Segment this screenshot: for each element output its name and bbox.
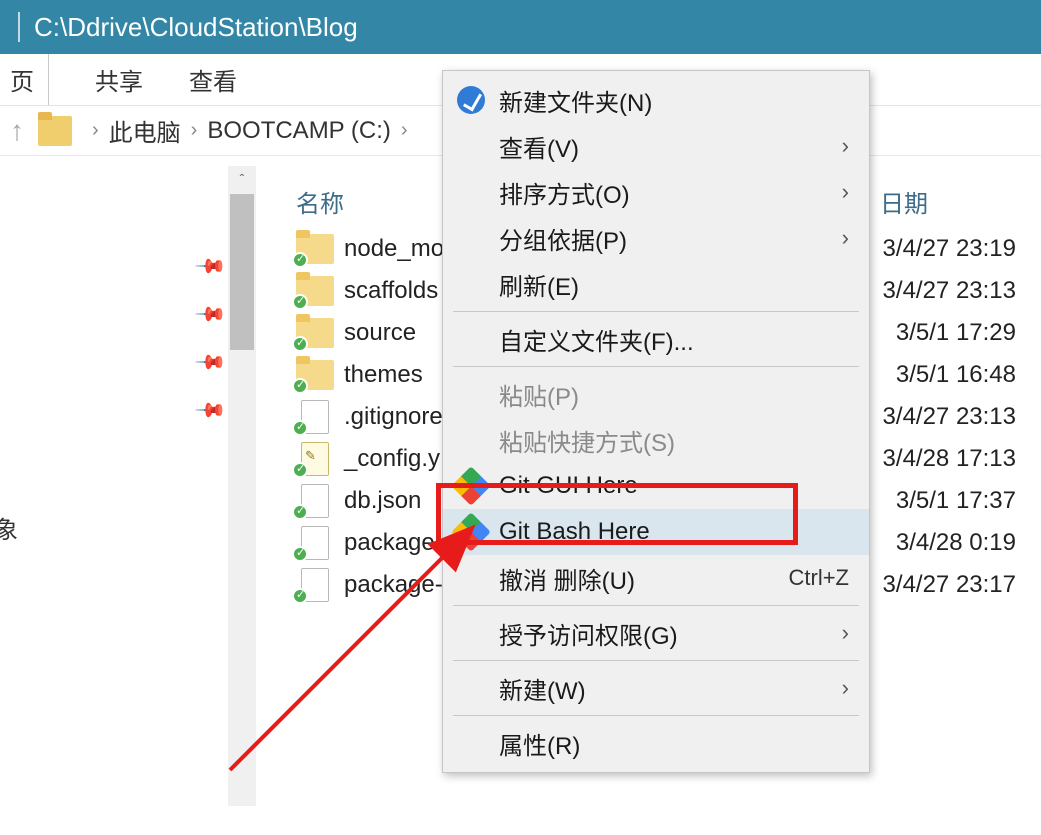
- column-name-header[interactable]: 名称: [296, 184, 344, 219]
- menu-label: 查看(V): [499, 129, 579, 164]
- file-name: .gitignore: [344, 403, 443, 431]
- nav-text-cut: 象: [0, 510, 18, 545]
- column-date-header[interactable]: 日期: [880, 184, 928, 219]
- breadcrumb-this-pc[interactable]: 此电脑: [109, 113, 181, 148]
- pin-icon: 📌: [193, 297, 228, 332]
- menu-label: 刷新(E): [499, 267, 579, 302]
- folder-icon: [296, 318, 334, 348]
- file-date: 3/4/27 23:17: [883, 571, 1026, 599]
- menu-label: 分组依据(P): [499, 221, 627, 256]
- window-path: C:\Ddrive\CloudStation\Blog: [34, 12, 358, 43]
- file-icon: [296, 402, 334, 432]
- folder-icon: [296, 234, 334, 264]
- folder-icon: [38, 116, 72, 146]
- chevron-right-icon: ›: [842, 225, 849, 251]
- synced-icon: [292, 462, 308, 478]
- file-date: 3/4/27 23:13: [883, 403, 1026, 431]
- chevron-right-icon: ›: [842, 133, 849, 159]
- file-name: themes: [344, 361, 423, 389]
- scroll-up-icon[interactable]: ˆ: [228, 166, 256, 192]
- menu-paste-shortcut: 粘贴快捷方式(S): [443, 417, 869, 463]
- tab-view[interactable]: 查看: [189, 62, 237, 97]
- menu-new-folder[interactable]: 新建文件夹(N): [443, 77, 869, 123]
- folder-icon: [296, 276, 334, 306]
- folder-icon: [296, 360, 334, 390]
- chevron-right-icon[interactable]: ›: [92, 119, 99, 142]
- up-arrow-icon[interactable]: ↑: [10, 115, 24, 147]
- pin-icon: 📌: [193, 345, 228, 380]
- window-titlebar: C:\Ddrive\CloudStation\Blog: [0, 0, 1041, 54]
- nav-pane: 📌 📌 📌 📌 象: [0, 156, 224, 835]
- pin-icon: 📌: [193, 393, 228, 428]
- file-date: 3/5/1 17:37: [896, 487, 1026, 515]
- scrollbar-thumb[interactable]: [230, 194, 254, 350]
- menu-label: 排序方式(O): [499, 175, 630, 210]
- file-name: scaffolds: [344, 277, 438, 305]
- pin-icon: 📌: [193, 249, 228, 284]
- menu-group[interactable]: 分组依据(P) ›: [443, 215, 869, 261]
- file-date: 3/4/28 17:13: [883, 445, 1026, 473]
- file-date: 3/5/1 16:48: [896, 361, 1026, 389]
- chevron-right-icon: ›: [842, 179, 849, 205]
- new-folder-icon: [457, 86, 485, 114]
- menu-shortcut: Ctrl+Z: [789, 565, 850, 591]
- menu-refresh[interactable]: 刷新(E): [443, 261, 869, 307]
- menu-custom-folder[interactable]: 自定义文件夹(F)...: [443, 316, 869, 362]
- synced-icon: [292, 378, 308, 394]
- file-date: 3/4/28 0:19: [896, 529, 1026, 557]
- titlebar-divider: [18, 12, 20, 42]
- menu-view[interactable]: 查看(V) ›: [443, 123, 869, 169]
- file-date: 3/4/27 23:19: [883, 235, 1026, 263]
- menu-label: 新建文件夹(N): [499, 83, 652, 118]
- file-icon: [296, 444, 334, 474]
- menu-separator: [453, 366, 859, 367]
- tab-home-cut[interactable]: 页: [0, 54, 49, 105]
- menu-label: 粘贴(P): [499, 377, 579, 412]
- menu-sort[interactable]: 排序方式(O) ›: [443, 169, 869, 215]
- tab-share[interactable]: 共享: [95, 62, 143, 97]
- file-name: node_mo: [344, 235, 444, 263]
- menu-label: 粘贴快捷方式(S): [499, 423, 675, 458]
- synced-icon: [292, 252, 308, 268]
- menu-label: 自定义文件夹(F)...: [499, 322, 694, 357]
- chevron-right-icon[interactable]: ›: [191, 119, 198, 142]
- file-name: _config.y: [344, 445, 440, 473]
- annotation-arrow: [210, 510, 530, 790]
- synced-icon: [292, 420, 308, 436]
- file-date: 3/4/27 23:13: [883, 277, 1026, 305]
- menu-paste: 粘贴(P): [443, 371, 869, 417]
- synced-icon: [292, 336, 308, 352]
- chevron-right-icon: ›: [842, 620, 849, 646]
- menu-separator: [453, 311, 859, 312]
- chevron-right-icon: ›: [842, 675, 849, 701]
- file-name: source: [344, 319, 416, 347]
- file-date: 3/5/1 17:29: [896, 319, 1026, 347]
- chevron-right-icon[interactable]: ›: [401, 119, 408, 142]
- synced-icon: [292, 294, 308, 310]
- breadcrumb-drive[interactable]: BOOTCAMP (C:): [207, 117, 391, 145]
